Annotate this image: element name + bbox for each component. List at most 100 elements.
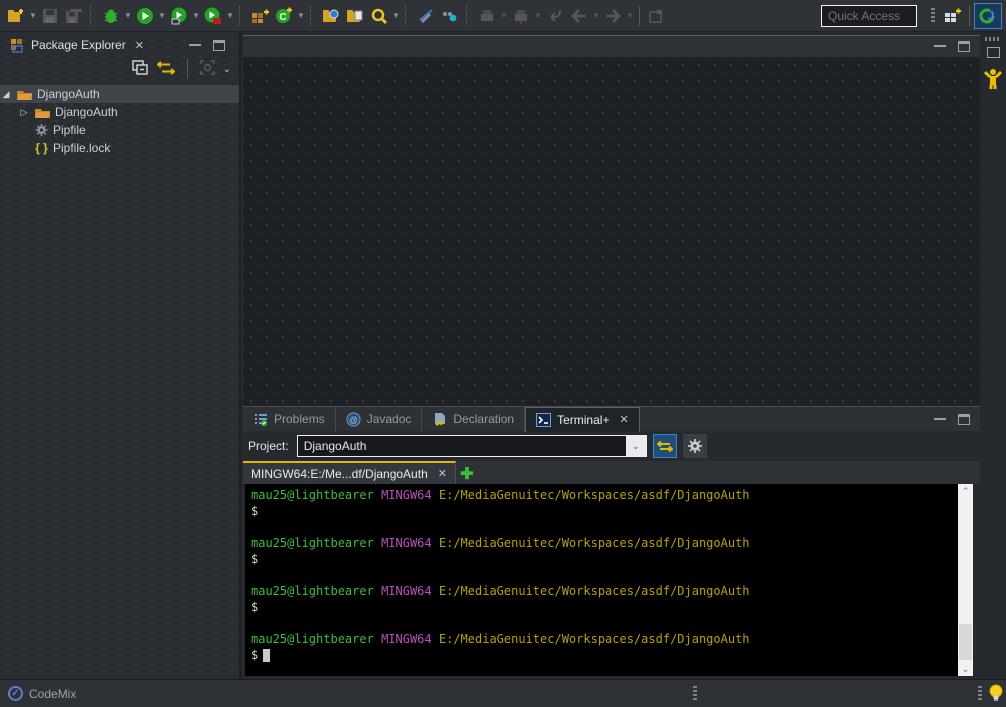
toolbar-drag-handle[interactable] [931, 8, 935, 24]
scrollbar-thumb[interactable] [959, 624, 972, 660]
person-icon[interactable] [984, 68, 1002, 90]
toolbar-separator [639, 6, 640, 26]
terminal-host: MINGW64 [381, 584, 432, 598]
new-java-project-icon[interactable] [248, 4, 272, 28]
pin-editor-icon[interactable] [644, 4, 668, 28]
terminal-user: mau25@lightbearer [251, 488, 374, 502]
bottom-tab-bar: Problems @ Javadoc Declaration Terminal+… [243, 406, 980, 431]
coverage-dropdown[interactable]: ▼ [191, 4, 201, 28]
link-with-editor-icon[interactable] [157, 61, 175, 78]
profile-dropdown[interactable]: ▼ [225, 4, 235, 28]
sync-project-toggle[interactable] [653, 434, 677, 458]
save-icon[interactable] [38, 4, 62, 28]
profile-icon[interactable] [201, 4, 225, 28]
tab-package-explorer[interactable]: Package Explorer ✕ [4, 33, 150, 57]
folder-open-icon [34, 106, 51, 119]
project-label: Project: [248, 439, 289, 453]
codemix-status[interactable]: ✓ CodeMix [8, 686, 76, 701]
focus-icon[interactable] [200, 60, 215, 78]
new-wizard-dropdown[interactable]: ▼ [28, 4, 38, 28]
tree-item-djangoauth-root[interactable]: ◢ DjangoAuth [0, 85, 239, 103]
coverage-icon[interactable] [167, 4, 191, 28]
minimize-icon[interactable] [189, 41, 201, 46]
run-icon[interactable] [133, 4, 157, 28]
drag-handle[interactable] [985, 37, 1001, 41]
scroll-down-icon[interactable]: ⌄ [962, 662, 970, 676]
maximize-icon[interactable] [213, 40, 225, 51]
minimize-icon[interactable] [934, 415, 946, 420]
open-type-icon[interactable] [319, 4, 343, 28]
open-perspective-icon[interactable] [941, 4, 965, 28]
new-class-icon[interactable]: C [272, 4, 296, 28]
statusbar-drag-handle[interactable] [693, 686, 697, 702]
tab-label: Package Explorer [31, 38, 126, 52]
terminal-project-row: Project: DjangoAuth ⌄ [243, 431, 980, 461]
statusbar-drag-handle[interactable] [978, 686, 982, 702]
tree-item-label: DjangoAuth [37, 87, 100, 101]
maximize-icon[interactable] [958, 41, 970, 52]
toolbar-separator [239, 6, 244, 26]
close-icon[interactable]: ✕ [619, 413, 628, 426]
terminal-host: MINGW64 [381, 536, 432, 550]
save-all-icon[interactable] [62, 4, 86, 28]
tree-expand-arrow[interactable]: ◢ [0, 89, 12, 100]
terminal-scrollbar[interactable]: ⌃ ⌄ [958, 484, 973, 676]
new-terminal-button[interactable]: ✚ [456, 464, 478, 484]
terminal-user: mau25@lightbearer [251, 584, 374, 598]
next-annotation-icon[interactable] [475, 4, 499, 28]
toggle-mark-occurrences-icon[interactable] [414, 4, 438, 28]
maximize-icon[interactable] [958, 414, 970, 425]
open-resource-icon[interactable] [343, 4, 367, 28]
java-perspective-icon[interactable]: J [974, 3, 1002, 29]
tab-problems[interactable]: Problems [243, 407, 336, 432]
debug-icon[interactable] [99, 4, 123, 28]
tab-declaration[interactable]: Declaration [422, 407, 525, 432]
lightbulb-icon[interactable] [988, 683, 1004, 703]
collapse-all-icon[interactable] [132, 60, 149, 78]
debug-dropdown[interactable]: ▼ [123, 4, 133, 28]
close-icon[interactable]: ✕ [438, 467, 447, 480]
terminal-settings-button[interactable] [683, 434, 707, 458]
annotation-dots-icon[interactable] [438, 4, 462, 28]
forward-icon[interactable] [601, 4, 625, 28]
quick-access-input[interactable] [828, 9, 910, 23]
view-menu-icon[interactable]: ⌄ [223, 64, 231, 75]
terminal-prompt: $ [251, 503, 958, 519]
tree-item-pipfile-lock[interactable]: { } Pipfile.lock [0, 139, 239, 157]
terminal-path: E:/MediaGenuitec/Workspaces/asdf/DjangoA… [439, 536, 750, 550]
forward-dropdown[interactable]: ▼ [625, 4, 635, 28]
previous-annotation-dropdown[interactable]: ▼ [533, 4, 543, 28]
problems-icon [253, 413, 268, 426]
search-dropdown[interactable]: ▼ [391, 4, 401, 28]
terminal-block: mau25@lightbearer MINGW64 E:/MediaGenuit… [251, 631, 958, 663]
restore-view-icon[interactable] [987, 47, 1000, 58]
scroll-up-icon[interactable]: ⌃ [962, 484, 970, 498]
editor-content-empty[interactable] [243, 57, 980, 406]
toolbar-separator [90, 6, 95, 26]
search-icon[interactable] [367, 4, 391, 28]
back-dropdown[interactable]: ▼ [591, 4, 601, 28]
terminal-console[interactable]: mau25@lightbearer MINGW64 E:/MediaGenuit… [245, 484, 958, 676]
tree-item-pipfile[interactable]: Pipfile [0, 121, 239, 139]
tree-collapse-arrow[interactable]: ▷ [18, 107, 30, 118]
scrollbar-track[interactable] [958, 498, 973, 662]
terminal-user: mau25@lightbearer [251, 632, 374, 646]
back-icon[interactable] [567, 4, 591, 28]
next-annotation-dropdown[interactable]: ▼ [499, 4, 509, 28]
minimize-icon[interactable] [934, 42, 946, 47]
tab-javadoc[interactable]: @ Javadoc [336, 407, 423, 432]
bottom-panel: Problems @ Javadoc Declaration Terminal+… [243, 406, 980, 679]
terminal-session-tab[interactable]: MINGW64:E:/Me...df/DjangoAuth ✕ [243, 461, 456, 484]
project-combobox[interactable]: DjangoAuth ⌄ [297, 435, 647, 457]
quick-access-field[interactable] [821, 5, 917, 27]
previous-annotation-icon[interactable] [509, 4, 533, 28]
new-wizard-icon[interactable] [4, 4, 28, 28]
last-edit-location-icon[interactable] [543, 4, 567, 28]
close-icon[interactable]: ✕ [135, 39, 144, 52]
tab-terminal-plus[interactable]: Terminal+ ✕ [525, 407, 640, 432]
new-class-dropdown[interactable]: ▼ [296, 4, 306, 28]
chevron-down-icon[interactable]: ⌄ [626, 436, 646, 456]
run-dropdown[interactable]: ▼ [157, 4, 167, 28]
tab-label: Problems [274, 412, 325, 426]
tree-item-djangoauth-sub[interactable]: ▷ DjangoAuth [0, 103, 239, 121]
